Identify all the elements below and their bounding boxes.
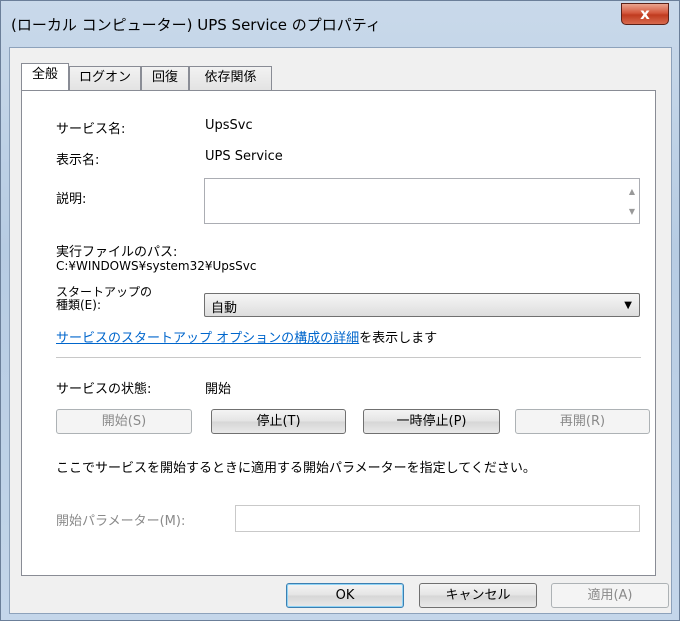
resume-button-label: 再開(R) <box>559 414 606 429</box>
startup-type-label-line2: 種類(E): <box>56 298 101 312</box>
tab-logon-label: ログオン <box>78 70 131 85</box>
apply-button[interactable]: 適用(A) <box>551 583 669 608</box>
startup-type-label-line1: スタートアップの <box>56 285 153 299</box>
scroll-up-icon[interactable]: ▲ <box>629 187 635 196</box>
stop-button[interactable]: 停止(T) <box>211 409 346 434</box>
startup-options-link-suffix: を表示します <box>359 331 438 346</box>
tab-recovery-label: 回復 <box>151 70 178 85</box>
pause-button-label: 一時停止(P) <box>396 414 467 429</box>
close-icon: x <box>640 5 650 23</box>
service-name-label: サービス名: <box>56 122 126 137</box>
ok-button[interactable]: OK <box>286 583 404 608</box>
tab-dependencies[interactable]: 依存関係 <box>189 66 272 90</box>
cancel-button-label: キャンセル <box>445 588 511 603</box>
window-title: (ローカル コンピューター) UPS Service のプロパティ <box>11 16 381 34</box>
scroll-down-icon[interactable]: ▼ <box>629 207 635 216</box>
general-panel: サービス名: UpsSvc 表示名: UPS Service 説明: ▲ ▼ 実… <box>21 90 656 576</box>
startup-options-line: サービスのスタートアップ オプションの構成の詳細を表示します <box>56 327 437 346</box>
chevron-down-icon: ▼ <box>624 300 632 311</box>
close-button[interactable]: x <box>621 3 669 25</box>
startup-type-value: 自動 <box>211 301 238 316</box>
resume-button[interactable]: 再開(R) <box>515 409 650 434</box>
startup-options-link[interactable]: サービスのスタートアップ オプションの構成の詳細 <box>56 331 359 346</box>
tab-logon[interactable]: ログオン <box>69 66 141 90</box>
display-name-label: 表示名: <box>56 153 100 168</box>
service-status-label: サービスの状態: <box>56 382 152 397</box>
stop-button-label: 停止(T) <box>256 414 301 429</box>
ok-button-label: OK <box>335 588 355 603</box>
description-field[interactable]: ▲ ▼ <box>204 178 640 224</box>
start-parameters-input[interactable] <box>235 505 640 532</box>
title-bar[interactable]: (ローカル コンピューター) UPS Service のプロパティ x <box>1 1 679 47</box>
startup-type-select[interactable]: 自動 ▼ <box>204 293 640 317</box>
exe-path-value: C:¥WINDOWS¥system32¥UpsSvc <box>56 259 257 273</box>
start-parameters-hint: ここでサービスを開始するときに適用する開始パラメーターを指定してください。 <box>56 461 536 476</box>
start-parameters-label: 開始パラメーター(M): <box>56 514 186 529</box>
start-button[interactable]: 開始(S) <box>56 409 192 434</box>
properties-window: (ローカル コンピューター) UPS Service のプロパティ x 全般 ロ… <box>0 0 680 621</box>
tab-general[interactable]: 全般 <box>21 63 69 90</box>
separator <box>56 357 641 358</box>
dialog-client: 全般 ログオン 回復 依存関係 サービス名: UpsSvc 表示名: UPS S… <box>9 47 672 614</box>
service-name-value: UpsSvc <box>205 118 253 133</box>
apply-button-label: 適用(A) <box>587 588 633 603</box>
tab-general-label: 全般 <box>31 67 58 82</box>
startup-type-label: スタートアップの 種類(E): <box>56 286 152 312</box>
exe-path-label: 実行ファイルのパス: <box>56 245 178 260</box>
description-label: 説明: <box>56 192 87 207</box>
pause-button[interactable]: 一時停止(P) <box>363 409 500 434</box>
tab-dependencies-label: 依存関係 <box>204 70 257 85</box>
service-status-value: 開始 <box>205 382 232 397</box>
cancel-button[interactable]: キャンセル <box>419 583 537 608</box>
start-button-label: 開始(S) <box>101 414 147 429</box>
display-name-value: UPS Service <box>205 149 283 164</box>
tab-recovery[interactable]: 回復 <box>141 66 189 90</box>
